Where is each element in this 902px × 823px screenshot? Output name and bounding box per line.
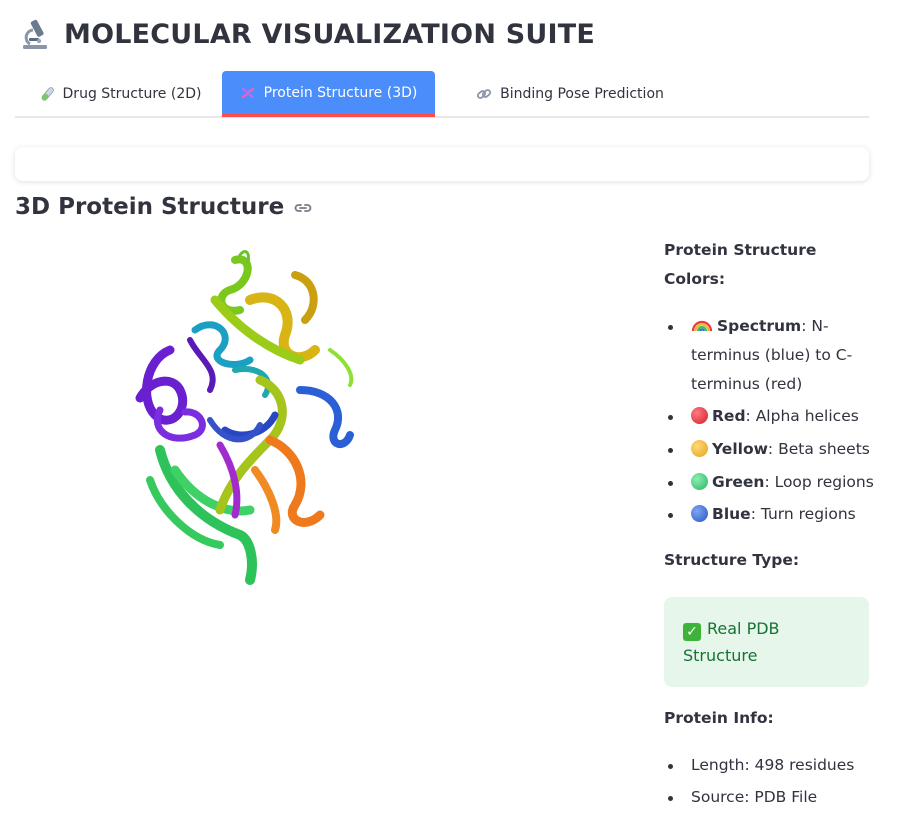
legend-item-desc: : Beta sheets	[767, 440, 870, 458]
check-mark-icon: ✓	[683, 623, 701, 641]
legend-item-red: Red: Alpha helices	[664, 402, 874, 431]
protein-info-panel: Protein Info: Length: 498 residues Sourc…	[664, 704, 874, 812]
tab-bar: Drug Structure (2D) Protein Structure (3…	[15, 71, 869, 118]
legend-item-name: Yellow	[712, 440, 768, 458]
tab-drug-structure[interactable]: Drug Structure (2D)	[25, 71, 215, 117]
legend-heading: Protein Structure Colors:	[664, 241, 817, 288]
test-tube-icon	[41, 87, 54, 101]
legend-item-name: Blue	[712, 505, 751, 523]
section-heading: 3D Protein Structure	[15, 188, 314, 226]
protein-info-source: Source: PDB File	[664, 783, 874, 812]
legend-item-desc: : Loop regions	[764, 473, 874, 491]
link-icon	[477, 89, 492, 99]
yellow-circle-icon	[691, 440, 708, 457]
rainbow-icon	[691, 320, 713, 332]
app-header: MOLECULAR VISUALIZATION SUITE	[18, 14, 595, 54]
structure-type-heading: Structure Type:	[664, 551, 800, 569]
legend-item-name: Red	[712, 407, 746, 425]
legend-list: Spectrum: N-terminus (blue) to C-terminu…	[664, 312, 874, 529]
protein-info-list: Length: 498 residues Source: PDB File	[664, 751, 874, 812]
tab-label: Binding Pose Prediction	[500, 86, 664, 102]
red-circle-icon	[691, 407, 708, 424]
app-title: MOLECULAR VISUALIZATION SUITE	[64, 18, 595, 50]
protein-ribbon-model	[135, 250, 354, 585]
legend-item-desc: : Alpha helices	[745, 407, 859, 425]
blue-circle-icon	[691, 505, 708, 522]
tab-label: Protein Structure (3D)	[263, 84, 418, 101]
tab-label: Drug Structure (2D)	[62, 86, 202, 102]
legend-item-name: Spectrum	[717, 317, 802, 335]
tab-protein-structure[interactable]: Protein Structure (3D)	[222, 71, 435, 117]
tab-binding-pose[interactable]: Binding Pose Prediction	[460, 71, 680, 117]
protein-info-heading: Protein Info:	[664, 709, 774, 727]
legend-item-blue: Blue: Turn regions	[664, 500, 874, 529]
green-circle-icon	[691, 473, 708, 490]
protein-info-length: Length: 498 residues	[664, 751, 874, 780]
legend-item-name: Green	[712, 473, 765, 491]
structure-type-status: ✓ Real PDB Structure	[664, 597, 869, 687]
legend-item-spectrum: Spectrum: N-terminus (blue) to C-terminu…	[664, 312, 874, 399]
legend-item-green: Green: Loop regions	[664, 468, 874, 497]
dna-icon	[241, 87, 254, 98]
legend-item-yellow: Yellow: Beta sheets	[664, 435, 874, 464]
anchor-link-icon[interactable]	[292, 197, 314, 219]
legend-item-desc: : Turn regions	[750, 505, 856, 523]
microscope-icon	[23, 19, 47, 49]
section-title: 3D Protein Structure	[15, 194, 285, 220]
protein-3d-viewer[interactable]	[100, 240, 400, 600]
structure-legend-panel: Protein Structure Colors: Spectrum: N-te…	[664, 236, 874, 575]
empty-container	[15, 147, 869, 181]
